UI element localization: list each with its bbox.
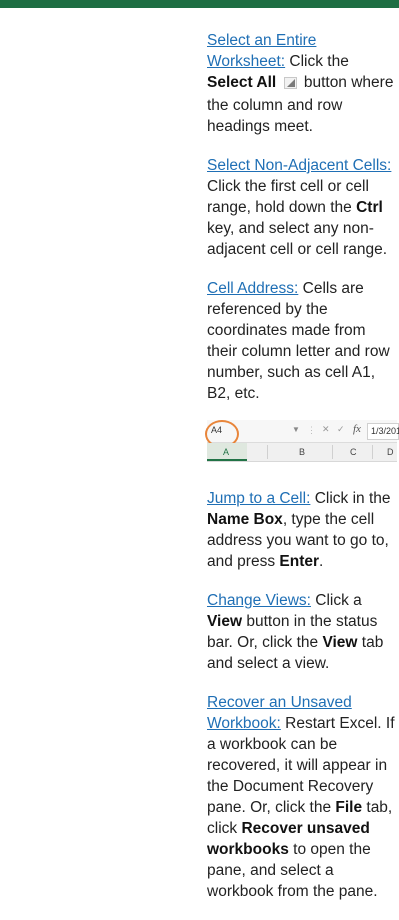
tip-text: Click in the: [314, 490, 391, 507]
column-header-d: D: [387, 447, 394, 457]
tip-title-link[interactable]: Jump to a Cell:: [207, 490, 310, 507]
tip-non-adjacent: Select Non-Adjacent Cells: Click the fir…: [207, 155, 397, 260]
tip-title-link[interactable]: Select Non-Adjacent Cells:: [207, 157, 391, 174]
select-all-icon: [283, 74, 297, 95]
tip-recover-workbook: Recover an Unsaved Workbook: Restart Exc…: [207, 692, 397, 902]
tip-text: Click the: [289, 53, 349, 70]
tip-title-link[interactable]: Cell Address:: [207, 280, 298, 297]
formula-input: 1/3/2019: [367, 423, 399, 440]
tip-bold: Enter: [279, 553, 320, 570]
enter-check-icon: ✓: [337, 424, 345, 434]
tip-text: key, and select any non-adjacent cell or…: [207, 220, 388, 258]
separator-icon: ⋮: [307, 425, 316, 435]
divider: [332, 445, 333, 459]
name-box-screenshot: A4 ▼ ⋮ ✕ ✓ fx 1/3/2019 A B C D: [205, 420, 399, 464]
column-header-b: B: [299, 447, 306, 457]
tip-cell-address: Cell Address: Cells are referenced by th…: [207, 278, 397, 404]
column-header-c: C: [350, 447, 357, 457]
column-header-a: A: [207, 443, 247, 461]
top-accent-bar: [0, 0, 399, 8]
function-icon: fx: [353, 423, 361, 435]
tip-text: Click the first cell or cell range, hold…: [207, 178, 369, 216]
tip-bold: Select All: [207, 74, 277, 91]
dropdown-arrow-icon: ▼: [292, 425, 300, 434]
name-box: A4: [205, 420, 239, 448]
tip-select-worksheet: Select an Entire Worksheet: Click the Se…: [207, 30, 397, 137]
tip-text: Cells are referenced by the coordinates …: [207, 280, 390, 402]
tip-title-link[interactable]: Change Views:: [207, 592, 311, 609]
divider: [372, 445, 373, 459]
divider: [267, 445, 268, 459]
tip-text: .: [319, 553, 324, 570]
column-label: A: [223, 447, 230, 457]
tip-change-views: Change Views: Click a View button in the…: [207, 590, 397, 674]
formula-bar: A4 ▼ ⋮ ✕ ✓ fx 1/3/2019: [205, 420, 399, 448]
tip-jump-to-cell: Jump to a Cell: Click in the Name Box, t…: [207, 488, 397, 572]
tip-bold: Ctrl: [356, 199, 383, 216]
formula-value: 1/3/2019: [371, 426, 399, 436]
column-headers: A B C D: [207, 443, 397, 462]
tip-bold: View: [207, 613, 243, 630]
cancel-icon: ✕: [322, 424, 330, 434]
tips-column: Select an Entire Worksheet: Click the Se…: [205, 30, 399, 920]
tip-bold: Name Box: [207, 511, 283, 528]
tip-bold: View: [322, 634, 358, 651]
tip-bold: File: [335, 799, 363, 816]
tip-text: Click a: [315, 592, 362, 609]
